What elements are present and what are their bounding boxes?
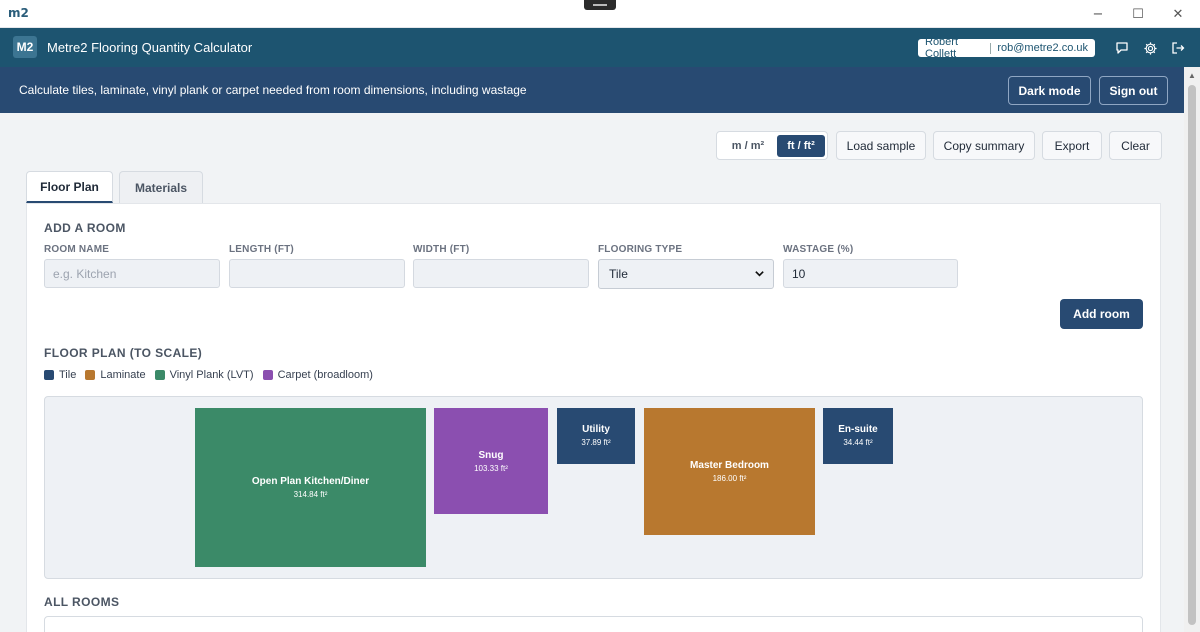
app-title: Metre2 Flooring Quantity Calculator (47, 40, 253, 55)
maximize-button[interactable]: ☐ (1116, 0, 1160, 28)
legend-swatch (44, 370, 54, 380)
settings-gear-icon[interactable] (1140, 38, 1160, 58)
room-block-utility[interactable]: Utility 37.89 ft² (557, 408, 635, 464)
flooring-type-select[interactable]: Tile (598, 259, 774, 289)
room-name: Utility (582, 424, 610, 435)
user-email: rob@metre2.co.uk (997, 42, 1088, 54)
legend-swatch (154, 370, 165, 380)
width-label: WIDTH (FT) (413, 244, 470, 255)
legend-swatch (262, 370, 273, 380)
unit-imperial-option[interactable]: ft / ft² (777, 135, 825, 157)
minimize-button[interactable]: − (1076, 0, 1120, 28)
legend-label: Carpet (broadloom) (277, 369, 373, 381)
room-area: 103.33 ft² (474, 463, 508, 473)
tab-materials[interactable]: Materials (119, 171, 203, 203)
room-block-open-plan-kitchen-diner[interactable]: Open Plan Kitchen/Diner 314.84 ft² (195, 408, 426, 567)
feedback-icon[interactable] (1112, 38, 1132, 58)
drag-handle[interactable] (584, 0, 616, 10)
flooring-type-value: Tile (609, 267, 628, 281)
add-room-heading: ADD A ROOM (44, 221, 126, 235)
legend-swatch (85, 370, 96, 380)
room-block-snug[interactable]: Snug 103.33 ft² (434, 408, 548, 514)
room-name-label: ROOM NAME (44, 244, 110, 255)
legend-item-vinyl-plank: Vinyl Plank (LVT) (154, 369, 254, 381)
room-name: Master Bedroom (690, 460, 769, 471)
room-area: 186.00 ft² (712, 474, 747, 483)
user-chip-divider (990, 42, 992, 54)
unit-metric-option[interactable]: m / m² (720, 135, 776, 157)
floor-plan-heading: FLOOR PLAN (TO SCALE) (44, 346, 203, 360)
room-block-en-suite[interactable]: En-suite 34.44 ft² (823, 408, 893, 464)
room-block-master-bedroom[interactable]: Master Bedroom 186.00 ft² (644, 408, 815, 535)
legend-label: Laminate (100, 369, 146, 381)
width-input[interactable] (413, 259, 589, 288)
load-sample-button[interactable]: Load sample (836, 131, 926, 160)
wastage-input[interactable] (783, 259, 958, 288)
close-window-button[interactable]: ✕ (1156, 0, 1200, 28)
user-chip[interactable]: Robert Collett rob@metre2.co.uk (918, 36, 1095, 60)
legend-item-tile: Tile (44, 369, 76, 381)
room-name: Snug (478, 449, 504, 461)
legend-item-laminate: Laminate (85, 369, 146, 381)
app-header: M2 Metre2 Flooring Quantity Calculator R… (0, 28, 1200, 67)
sign-out-button[interactable]: Sign out (1099, 76, 1168, 105)
dark-mode-button[interactable]: Dark mode (1008, 76, 1091, 105)
logout-icon[interactable] (1168, 38, 1188, 58)
length-input[interactable] (229, 259, 405, 288)
window-titlebar: m2 − ☐ ✕ (0, 0, 1200, 28)
room-area: 37.89 ft² (581, 438, 611, 447)
app-badge: M2 (13, 36, 37, 58)
legend-label: Tile (59, 369, 77, 381)
export-button[interactable]: Export (1042, 131, 1102, 160)
room-name: Open Plan Kitchen/Diner (251, 476, 370, 487)
flooring-type-label: FLOORING TYPE (598, 244, 683, 255)
floor-plan-legend: Tile Laminate Vinyl Plank (LVT) Carpet (… (44, 369, 382, 381)
sub-header: Calculate tiles, laminate, vinyl plank o… (0, 67, 1200, 113)
copy-summary-button[interactable]: Copy summary (933, 131, 1035, 160)
unit-toggle: m / m² ft / ft² (716, 131, 828, 160)
room-name: En-suite (838, 424, 878, 435)
app-logo: m2 (8, 6, 29, 20)
add-room-button[interactable]: Add room (1060, 299, 1143, 329)
vertical-scrollbar[interactable]: ▲ (1184, 67, 1200, 632)
all-rooms-table (44, 616, 1143, 632)
clear-button[interactable]: Clear (1109, 131, 1162, 160)
app-description: Calculate tiles, laminate, vinyl plank o… (19, 83, 527, 97)
room-area: 314.84 ft² (293, 490, 328, 499)
scrollbar-thumb[interactable] (1188, 85, 1196, 625)
tab-floor-plan[interactable]: Floor Plan (26, 171, 113, 203)
chevron-down-icon (754, 268, 765, 282)
all-rooms-heading: ALL ROOMS (44, 595, 120, 609)
room-name-input[interactable] (44, 259, 220, 288)
user-name: Robert Collett (925, 36, 959, 60)
legend-item-carpet: Carpet (broadloom) (262, 369, 373, 381)
legend-label: Vinyl Plank (LVT) (169, 369, 254, 381)
wastage-label: WASTAGE (%) (783, 244, 854, 255)
floor-plan-canvas: Open Plan Kitchen/Diner 314.84 ft² Snug … (44, 396, 1143, 579)
length-label: LENGTH (FT) (229, 244, 294, 255)
room-area: 34.44 ft² (843, 438, 873, 447)
scroll-up-arrow-icon[interactable]: ▲ (1188, 71, 1196, 80)
